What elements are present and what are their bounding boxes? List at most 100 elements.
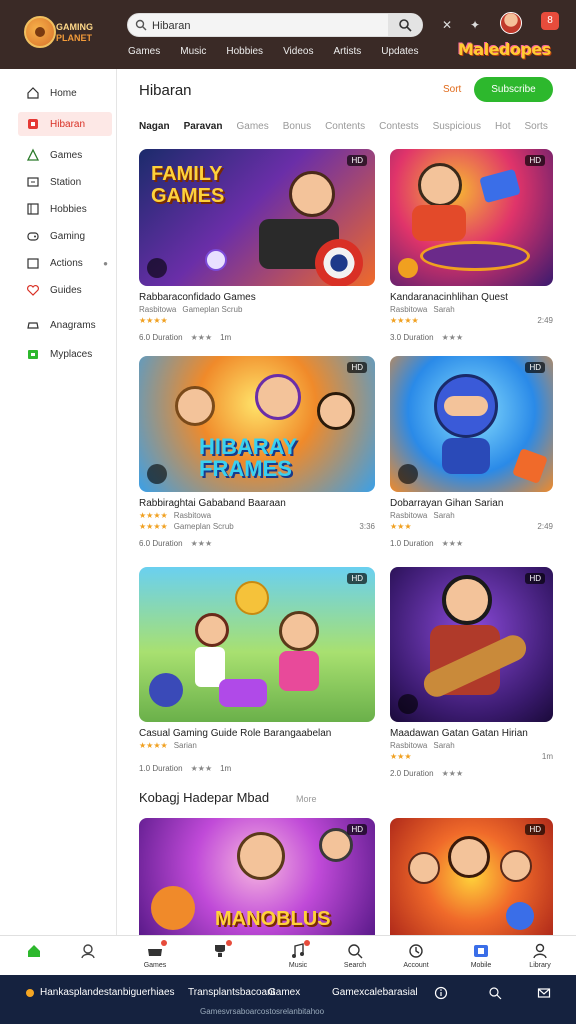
video-thumbnail[interactable]: HD [390,818,553,935]
card-channel[interactable]: Rasbitowa [390,741,427,750]
sidebar-item-guides[interactable]: Guides [18,278,112,302]
sidebar-item-hobbies[interactable]: Hobbies [18,197,112,221]
site-wordmark[interactable]: Maledopes [458,40,551,59]
section-more-link[interactable]: More [296,794,317,804]
top-nav-item[interactable]: Updates [381,46,418,57]
sidebar-item-anagrams[interactable]: Anagrams [18,313,112,337]
orb-icon [205,249,227,271]
tab-sorts[interactable]: Sorts [525,121,548,132]
sidebar-item-label: Gaming [50,230,86,242]
video-card[interactable]: HD Casual Gaming Guide Role Barangaabela… [139,567,375,773]
video-card[interactable]: HD Dobarrayan Gihan Sarian Rasbitowa Sara… [390,356,553,548]
video-card[interactable]: HD Maadawan Gatan Gatan Hirian Rasbitowa… [390,567,553,778]
sidebar-item-station[interactable]: Station [18,170,112,194]
video-card[interactable]: MANOBLUS HD [139,818,375,935]
video-thumbnail[interactable]: HIBARAY FRAMES HD [139,356,375,492]
subscribe-button[interactable]: Subscribe [474,77,553,102]
card-channel[interactable]: Rasbitowa [390,305,427,314]
sidebar-item-home[interactable]: Home [18,81,112,105]
footer-link[interactable]: Hankasplandestanbiguerhiaes [40,987,175,998]
sidebar-item-gaming[interactable]: Gaming [18,224,112,248]
card-channel[interactable]: Rasbitowa [390,511,427,520]
search-input[interactable] [152,17,392,34]
treasure-icon [219,679,267,707]
sparkle-icon[interactable]: ✦ [470,18,480,32]
bottom-nav-user[interactable] [66,942,110,962]
tab-suspicious[interactable]: Suspicious [433,121,481,132]
brand-logo-icon[interactable] [24,16,56,48]
search-icon[interactable] [488,986,502,1000]
top-header: GAMING PLANET Games Music Hobbies Videos… [0,0,576,69]
video-thumbnail[interactable]: HD [390,356,553,492]
character-face [448,836,490,878]
tab-hot[interactable]: Hot [495,121,511,132]
character-face [289,171,335,217]
character-body [412,205,466,241]
card-time: 2:49 [537,316,553,325]
footer-copyright: Gamesvrsaboarcostosrelanbitahoo [200,1007,325,1016]
video-card[interactable]: HD [390,818,553,935]
bottom-nav-search[interactable]: Search [333,942,377,969]
video-thumbnail[interactable]: HD [390,149,553,286]
bottom-nav-account[interactable]: Account [394,942,438,969]
tab-paravan[interactable]: Paravan [184,121,223,132]
close-icon[interactable]: ✕ [442,18,452,32]
tab-nagan[interactable]: Nagan [139,121,170,132]
video-card[interactable]: HD Kandaranacinhlihan Quest Rasbitowa Sar… [390,149,553,342]
sidebar-item-hibaran[interactable]: Hibaran [18,112,112,136]
bottom-nav-library[interactable]: Library [518,942,562,969]
footer-link[interactable]: Gamex [268,987,300,998]
bottom-nav-trophy[interactable] [198,940,242,962]
page-title: Hibaran [139,82,192,99]
header-actions: ✕ ✦ 8 [438,12,564,36]
card-title[interactable]: Rabbaraconfidado Games [139,292,375,303]
top-nav-item[interactable]: Games [128,46,160,57]
video-card[interactable]: FAMILY GAMES HD Rabbaraconfidado Games R… [139,149,375,342]
tab-bonus[interactable]: Bonus [283,121,311,132]
star-rating-icon: ★★★ [190,333,213,342]
tab-games[interactable]: Games [236,121,268,132]
card-title[interactable]: Rabbiraghtai Gababand Baaraan [139,498,375,509]
top-nav-item[interactable]: Music [180,46,206,57]
bottom-nav-label: Search [343,962,367,969]
brand-name[interactable]: GAMING PLANET [56,22,116,44]
info-icon[interactable] [434,986,448,1000]
bottom-nav-music[interactable]: Music [276,940,320,969]
quality-badge: HD [347,573,367,584]
star-rating-icon: ★★★ [441,769,464,778]
sidebar-item-actions[interactable]: Actions ● [18,251,112,275]
character-face [418,163,462,207]
video-card[interactable]: HIBARAY FRAMES HD Rabbiraghtai Gababand … [139,356,375,548]
top-nav-item[interactable]: Artists [333,46,361,57]
bottom-nav-home[interactable] [12,942,56,962]
ball-icon [149,673,183,707]
avatar[interactable] [500,12,522,34]
video-thumbnail[interactable]: HD [139,567,375,722]
video-thumbnail[interactable]: FAMILY GAMES HD [139,149,375,286]
star-rating-icon: ★★★★ [139,741,168,750]
bottom-nav-label: Mobile [470,962,492,969]
tab-contests[interactable]: Contests [379,121,418,132]
footer-link[interactable]: Gamexcalebarasial [332,987,418,998]
card-channel[interactable]: Rasbitowa [174,511,211,520]
star-rating-icon: ★★★ [441,333,464,342]
sort-link[interactable]: Sort [443,84,461,95]
video-thumbnail[interactable]: HD [390,567,553,722]
mail-icon[interactable] [537,986,551,1000]
tab-contents[interactable]: Contents [325,121,365,132]
card-title[interactable]: Casual Gaming Guide Role Barangaabelan [139,728,375,739]
card-title[interactable]: Maadawan Gatan Gatan Hirian [390,728,553,739]
card-channel[interactable]: Rasbitowa [139,305,176,314]
bottom-nav-mobile[interactable]: Mobile [459,942,503,969]
sidebar-item-myplaces[interactable]: Myplaces [18,342,112,366]
sidebar-item-games[interactable]: Games [18,143,112,167]
top-nav-item[interactable]: Videos [283,46,313,57]
notification-badge[interactable]: 8 [541,12,559,30]
card-title[interactable]: Kandaranacinhlihan Quest [390,292,553,303]
bottom-nav-games[interactable]: Games [133,940,177,969]
video-thumbnail[interactable]: MANOBLUS HD [139,818,375,935]
search-submit-button[interactable] [388,14,422,36]
top-nav-item[interactable]: Hobbies [226,46,263,57]
card-title[interactable]: Dobarrayan Gihan Sarian [390,498,553,509]
footer-link[interactable]: Transplantsbacoant [188,987,275,998]
